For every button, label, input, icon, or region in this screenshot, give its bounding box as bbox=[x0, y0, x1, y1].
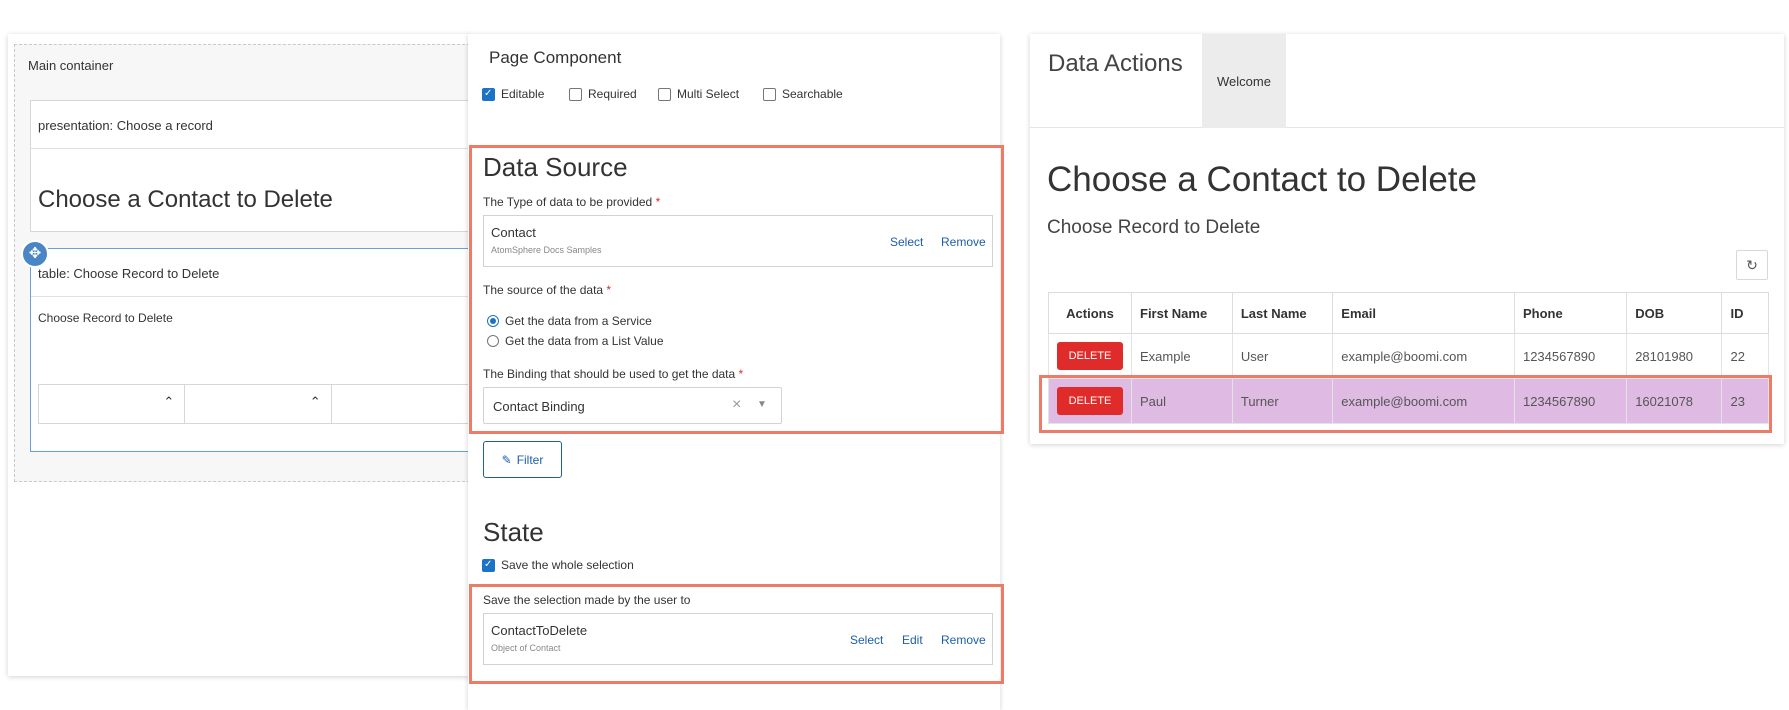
required-checkbox[interactable]: Required bbox=[569, 86, 637, 102]
dob-cell: 28101980 bbox=[1626, 333, 1723, 379]
first-name-cell: Example bbox=[1131, 333, 1233, 379]
column-header-id[interactable]: ID bbox=[1721, 292, 1769, 334]
preview-heading: Choose a Contact to Delete bbox=[1047, 160, 1477, 199]
editable-label: Editable bbox=[501, 87, 545, 101]
state-highlight bbox=[469, 584, 1004, 684]
presentation-title: Choose a Contact to Delete bbox=[38, 186, 333, 213]
refresh-button[interactable]: ↻ bbox=[1736, 250, 1768, 280]
filter-button[interactable]: ✎ Filter bbox=[483, 441, 562, 478]
checkbox-icon[interactable] bbox=[763, 87, 776, 101]
preview-subheading: Choose Record to Delete bbox=[1047, 217, 1261, 238]
table-column-placeholder[interactable] bbox=[332, 385, 478, 423]
table-column-placeholder[interactable]: ⌃ bbox=[39, 385, 186, 423]
refresh-icon: ↻ bbox=[1746, 256, 1758, 273]
delete-button[interactable]: DELETE bbox=[1057, 342, 1123, 370]
required-label: Required bbox=[588, 87, 637, 101]
presentation-header: presentation: Choose a record bbox=[31, 101, 470, 149]
chevron-up-icon[interactable]: ⌃ bbox=[163, 394, 174, 410]
properties-title: Page Component bbox=[489, 48, 622, 67]
searchable-label: Searchable bbox=[782, 87, 843, 101]
column-header-dob[interactable]: DOB bbox=[1626, 292, 1723, 334]
preview-app-title: Data Actions bbox=[1048, 50, 1183, 77]
selected-row-highlight bbox=[1039, 375, 1772, 433]
table-row[interactable]: DELETE Example User example@boomi.com 12… bbox=[1048, 333, 1769, 379]
checkbox-icon[interactable] bbox=[569, 87, 582, 101]
table-column-placeholders: ⌃ ⌃ bbox=[38, 384, 478, 424]
multi-select-checkbox[interactable]: Multi Select bbox=[658, 86, 739, 102]
column-header-first-name[interactable]: First Name bbox=[1131, 292, 1233, 334]
table-header: table: Choose Record to Delete bbox=[31, 249, 470, 297]
phone-cell: 1234567890 bbox=[1513, 333, 1628, 379]
email-cell: example@boomi.com bbox=[1332, 333, 1515, 379]
data-source-highlight bbox=[469, 145, 1004, 434]
state-title: State bbox=[483, 517, 544, 547]
checkbox-checked-icon[interactable] bbox=[482, 558, 495, 572]
tab-welcome[interactable]: Welcome bbox=[1202, 34, 1286, 128]
column-header-actions: Actions bbox=[1048, 292, 1132, 334]
actions-cell: DELETE bbox=[1048, 333, 1132, 379]
multi-select-label: Multi Select bbox=[677, 87, 740, 101]
id-cell: 22 bbox=[1721, 333, 1769, 379]
checkbox-icon[interactable] bbox=[658, 87, 671, 101]
save-whole-label: Save the whole selection bbox=[501, 558, 634, 572]
filter-label: Filter bbox=[516, 452, 544, 467]
column-header-email[interactable]: Email bbox=[1332, 292, 1515, 334]
move-arrows-icon[interactable]: ✥ bbox=[21, 240, 49, 268]
last-name-cell: User bbox=[1231, 333, 1334, 379]
table-header-row: Actions First Name Last Name Email Phone… bbox=[1048, 292, 1769, 334]
checkbox-checked-icon[interactable] bbox=[482, 87, 495, 101]
preview-header bbox=[1030, 34, 1784, 128]
table-component[interactable]: table: Choose Record to Delete Choose Re… bbox=[30, 248, 478, 452]
editable-checkbox[interactable]: Editable bbox=[482, 86, 544, 102]
column-header-phone[interactable]: Phone bbox=[1513, 292, 1628, 334]
pencil-icon: ✎ bbox=[501, 452, 512, 467]
main-container-label: Main container bbox=[28, 58, 114, 73]
presentation-component[interactable]: presentation: Choose a record Choose a C… bbox=[30, 100, 470, 232]
searchable-checkbox[interactable]: Searchable bbox=[763, 86, 843, 102]
chevron-up-icon[interactable]: ⌃ bbox=[310, 394, 321, 410]
column-header-last-name[interactable]: Last Name bbox=[1231, 292, 1334, 334]
save-whole-checkbox[interactable]: Save the whole selection bbox=[482, 557, 634, 573]
table-column-placeholder[interactable]: ⌃ bbox=[185, 385, 332, 423]
table-subtitle: Choose Record to Delete bbox=[38, 311, 173, 325]
